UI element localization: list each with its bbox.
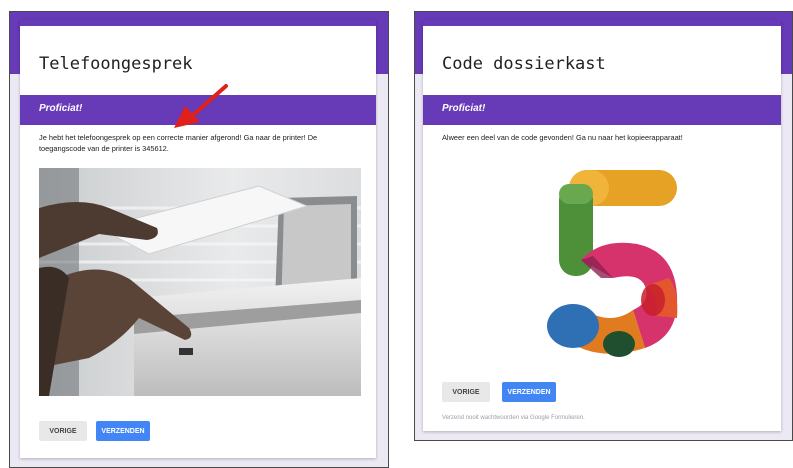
- form-card: Code dossierkast Proficiat! Alweer een d…: [423, 20, 781, 431]
- form-telefoongesprek: Telefoongesprek Proficiat! Je hebt het t…: [9, 11, 389, 468]
- printer-photo: [39, 168, 361, 396]
- back-button[interactable]: VORIGE: [442, 382, 490, 402]
- section-header: Proficiat!: [423, 95, 781, 125]
- form-title: Telefoongesprek: [39, 54, 193, 74]
- description-line-2: toegangscode van de printer is 345612.: [39, 144, 169, 153]
- red-arrow-icon: [174, 84, 228, 128]
- back-button[interactable]: VORIGE: [39, 421, 87, 441]
- form-title: Code dossierkast: [442, 54, 606, 74]
- section-title: Proficiat!: [39, 103, 83, 114]
- description-line-1: Je hebt het telefoongesprek op een corre…: [39, 133, 318, 142]
- section-title: Proficiat!: [442, 103, 486, 114]
- submit-button[interactable]: VERZENDEN: [96, 421, 150, 441]
- number-five-graphic: [547, 170, 678, 357]
- footer-note: Verzend nooit wachtwoorden via Google Fo…: [442, 415, 585, 421]
- submit-button[interactable]: VERZENDEN: [502, 382, 556, 402]
- description: Alweer een deel van de code gevonden! Ga…: [442, 133, 683, 142]
- form-code-dossierkast: Code dossierkast Proficiat! Alweer een d…: [414, 11, 793, 441]
